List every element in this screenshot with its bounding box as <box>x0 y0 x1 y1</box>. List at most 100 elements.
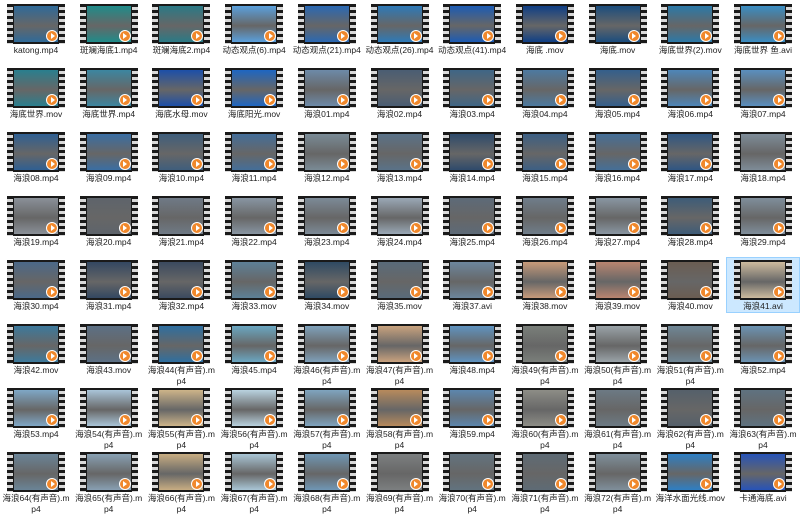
file-item[interactable]: 海浪01.mp4 <box>291 66 363 120</box>
file-item[interactable]: 海浪19.mp4 <box>0 194 72 248</box>
file-item[interactable]: 海浪69(有声音).mp4 <box>364 450 436 515</box>
file-item[interactable]: 海浪05.mp4 <box>582 66 654 120</box>
file-item[interactable]: 海浪29.mp4 <box>727 194 799 248</box>
file-item[interactable]: 海浪08.mp4 <box>0 130 72 184</box>
file-item[interactable]: 海浪72(有声音).mp4 <box>582 450 654 515</box>
file-item[interactable]: 海浪57(有声音).mp4 <box>291 386 363 451</box>
file-item[interactable]: 卡通海底.avi <box>727 450 799 504</box>
file-item[interactable]: 动态观点(26).mp4 <box>364 2 436 56</box>
file-name-label: 海浪24.mp4 <box>376 237 423 247</box>
file-item[interactable]: 海浪28.mp4 <box>654 194 726 248</box>
play-badge-icon <box>773 222 785 234</box>
file-item[interactable]: 海浪27.mp4 <box>582 194 654 248</box>
file-item[interactable]: 海浪59.mp4 <box>436 386 508 440</box>
file-item[interactable]: 海浪21.mp4 <box>145 194 217 248</box>
file-item[interactable]: 海浪49(有声音).mp4 <box>509 322 581 387</box>
file-item[interactable]: 海浪14.mp4 <box>436 130 508 184</box>
file-item[interactable]: 海浪24.mp4 <box>364 194 436 248</box>
file-item[interactable]: 海浪44(有声音).mp4 <box>145 322 217 387</box>
file-item[interactable]: 海浪54(有声音).mp4 <box>73 386 145 451</box>
file-item[interactable]: 海浪39.mov <box>582 258 654 312</box>
film-strip-icon <box>277 260 284 300</box>
file-item[interactable]: 海浪63(有声音).mp4 <box>727 386 799 451</box>
file-item[interactable]: 动态观点(21).mp4 <box>291 2 363 56</box>
file-item[interactable]: 海浪07.mp4 <box>727 66 799 120</box>
video-thumbnail-icon <box>661 260 720 300</box>
film-strip-icon <box>661 260 668 300</box>
file-item[interactable]: 海浪11.mp4 <box>218 130 290 184</box>
file-item[interactable]: 海浪50(有声音).mp4 <box>582 322 654 387</box>
file-item[interactable]: 海浪35.mov <box>364 258 436 312</box>
file-item[interactable]: 海浪60(有声音).mp4 <box>509 386 581 451</box>
file-item[interactable]: 海浪06.mp4 <box>654 66 726 120</box>
file-item[interactable]: 海浪37.avi <box>436 258 508 312</box>
file-item[interactable]: 海浪66(有声音).mp4 <box>145 450 217 515</box>
file-item[interactable]: 动态观点(41).mp4 <box>436 2 508 56</box>
file-item[interactable]: 海底世界 鱼.avi <box>727 2 799 56</box>
file-item[interactable]: 海浪10.mp4 <box>145 130 217 184</box>
file-item[interactable]: 海浪04.mp4 <box>509 66 581 120</box>
file-item[interactable]: 海浪53.mp4 <box>0 386 72 440</box>
file-name-label: 海浪04.mp4 <box>522 109 568 119</box>
file-item[interactable]: 海浪51(有声音).mp4 <box>654 322 726 387</box>
film-strip-icon <box>495 452 502 492</box>
file-item[interactable]: 海浪17.mp4 <box>654 130 726 184</box>
file-item[interactable]: 海浪32.mp4 <box>145 258 217 312</box>
file-item[interactable]: 海底 .mov <box>509 2 581 56</box>
file-item[interactable]: 海浪25.mp4 <box>436 194 508 248</box>
file-item[interactable]: 海浪71(有声音).mp4 <box>509 450 581 515</box>
file-name-label: 海浪48.mp4 <box>449 365 495 375</box>
file-item[interactable]: 海浪20.mp4 <box>73 194 145 248</box>
file-item[interactable]: 海浪30.mp4 <box>0 258 72 312</box>
file-item[interactable]: 海浪02.mp4 <box>364 66 436 120</box>
file-item[interactable]: 海底世界.mov <box>0 66 72 120</box>
file-item[interactable]: 海浪03.mp4 <box>436 66 508 120</box>
file-item[interactable]: 海底世界.mp4 <box>73 66 145 120</box>
file-item[interactable]: 海浪34.mov <box>291 258 363 312</box>
file-item[interactable]: 海浪22.mp4 <box>218 194 290 248</box>
file-item[interactable]: 海洋水面光线.mov <box>654 450 726 504</box>
file-item[interactable]: 海浪13.mp4 <box>364 130 436 184</box>
file-item[interactable]: 海底阳光.mov <box>218 66 290 120</box>
play-badge-icon <box>627 414 640 426</box>
file-item[interactable]: 海浪33.mov <box>218 258 290 312</box>
file-item[interactable]: 海浪58(有声音).mp4 <box>364 386 436 451</box>
file-item[interactable]: 海浪15.mp4 <box>509 130 581 184</box>
file-item[interactable]: 斑斓海底2.mp4 <box>145 2 217 56</box>
file-item[interactable]: 海浪65(有声音).mp4 <box>73 450 145 515</box>
file-item[interactable]: katong.mp4 <box>0 2 72 56</box>
film-strip-icon <box>79 452 86 492</box>
file-item[interactable]: 海浪40.mov <box>654 258 726 312</box>
file-item[interactable]: 海浪31.mp4 <box>73 258 145 312</box>
file-item[interactable]: 海底.mov <box>582 2 654 56</box>
file-item[interactable]: 海浪56(有声音).mp4 <box>218 386 290 451</box>
file-item[interactable]: 海浪61(有声音).mp4 <box>582 386 654 451</box>
file-item[interactable]: 海浪68(有声音).mp4 <box>291 450 363 515</box>
file-item[interactable]: 海浪70(有声音).mp4 <box>436 450 508 515</box>
file-item[interactable]: 海浪42.mov <box>0 322 72 376</box>
file-item[interactable]: 海浪64(有声音).mp4 <box>0 450 72 515</box>
file-item[interactable]: 海浪38.mov <box>509 258 581 312</box>
file-item[interactable]: 海浪23.mp4 <box>291 194 363 248</box>
file-item[interactable]: 海浪52.mp4 <box>727 322 799 376</box>
film-strip-icon <box>349 260 356 300</box>
file-item[interactable]: 动态观点(6).mp4 <box>218 2 290 56</box>
file-item[interactable]: 海浪16.mp4 <box>582 130 654 184</box>
file-name-label: 海浪32.mp4 <box>158 301 205 311</box>
file-item[interactable]: 海底世界(2).mov <box>654 2 726 56</box>
file-item[interactable]: 斑斓海底1.mp4 <box>73 2 145 56</box>
file-item[interactable]: 海底水母.mov <box>145 66 217 120</box>
file-item[interactable]: 海浪48.mp4 <box>436 322 508 376</box>
file-item[interactable]: 海浪47(有声音).mp4 <box>364 322 436 387</box>
file-item[interactable]: 海浪41.avi <box>726 257 800 313</box>
file-item[interactable]: 海浪55(有声音).mp4 <box>145 386 217 451</box>
file-item[interactable]: 海浪12.mp4 <box>291 130 363 184</box>
file-item[interactable]: 海浪43.mov <box>73 322 145 376</box>
file-item[interactable]: 海浪67(有声音).mp4 <box>218 450 290 515</box>
file-item[interactable]: 海浪26.mp4 <box>509 194 581 248</box>
file-item[interactable]: 海浪18.mp4 <box>727 130 799 184</box>
file-item[interactable]: 海浪62(有声音).mp4 <box>654 386 726 451</box>
file-item[interactable]: 海浪45.mp4 <box>218 322 290 376</box>
file-item[interactable]: 海浪09.mp4 <box>73 130 145 184</box>
file-item[interactable]: 海浪46(有声音).mp4 <box>291 322 363 387</box>
